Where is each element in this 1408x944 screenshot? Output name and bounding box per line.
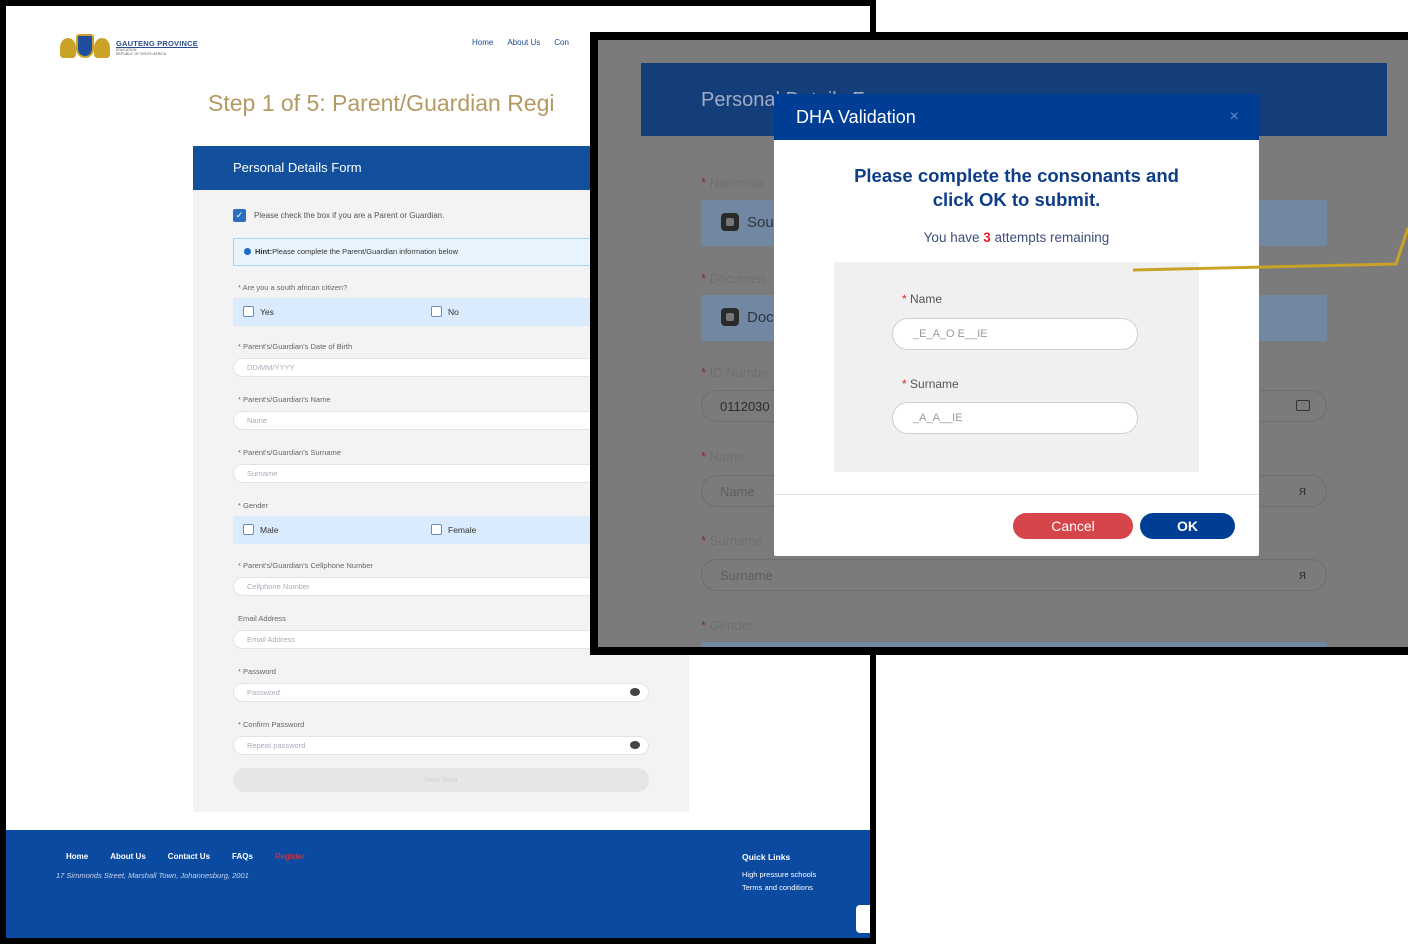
footer: Home About Us Contact Us FAQs Register 1… <box>6 830 870 938</box>
quick-links-title: Quick Links <box>742 852 791 862</box>
confirm-password-label: * Confirm Password <box>238 720 305 729</box>
quick-links: Quick Links High pressure schools Terms … <box>742 852 816 896</box>
zoom-id-label: * ID Numbe <box>701 365 769 380</box>
info-icon <box>244 248 251 255</box>
email-label: Email Address <box>238 614 286 623</box>
hint-text: Please complete the Parent/Guardian info… <box>272 247 459 256</box>
zoom-nationality-label: * Nationalit <box>701 175 764 190</box>
radio-icon[interactable] <box>721 308 739 326</box>
next-step-button[interactable]: Next Step <box>233 768 649 792</box>
quick-link-terms[interactable]: Terms and conditions <box>742 883 816 892</box>
modal-surname-input[interactable]: _A_A__IE <box>892 402 1138 434</box>
consonant-panel: * Name _E_A_O E__IE * Surname _A_A__IE <box>834 262 1199 472</box>
citizen-no[interactable]: No <box>431 306 459 317</box>
confirm-password-input[interactable]: Repeat password <box>233 736 649 755</box>
footer-contact[interactable]: Contact Us <box>168 852 210 861</box>
modal-surname-label: * Surname <box>902 377 959 391</box>
nav-home[interactable]: Home <box>472 38 493 47</box>
footer-address: 17 Simmonds Street, Marshall Town, Johan… <box>56 871 249 880</box>
nav-contact[interactable]: Con <box>554 38 569 47</box>
password-label: * Password <box>238 667 276 676</box>
citizen-yes[interactable]: Yes <box>243 306 274 317</box>
gender-female[interactable]: Female <box>431 524 476 535</box>
modal-name-label: * Name <box>902 292 943 306</box>
zoom-surname-label: * Surname <box>701 533 763 548</box>
logo-title: GAUTENG PROVINCE <box>116 38 198 48</box>
ok-button[interactable]: OK <box>1140 513 1235 539</box>
citizen-label: * Are you a south african citizen? <box>238 283 348 292</box>
footer-about[interactable]: About Us <box>110 852 146 861</box>
zoomed-modal-screenshot: Personal Details F * Nationalit Sout * D… <box>590 32 1408 655</box>
password-input[interactable]: Password <box>233 683 649 702</box>
zoom-gender-option[interactable] <box>701 642 1327 647</box>
zoom-surname-input[interactable]: Surname ᴙ <box>701 559 1327 591</box>
cancel-button[interactable]: Cancel <box>1013 513 1133 539</box>
modal-divider <box>774 494 1259 495</box>
modal-heading: Please complete the consonants and click… <box>854 165 1179 210</box>
dha-validation-modal: DHA Validation × Please complete the con… <box>774 94 1259 556</box>
user-icon: ᴙ <box>1298 567 1306 582</box>
id-card-icon <box>1296 400 1310 411</box>
cell-label: * Parent's/Guardian's Cellphone Number <box>238 561 374 570</box>
side-tab[interactable] <box>856 905 870 933</box>
nav-about[interactable]: About Us <box>507 38 540 47</box>
name-label: * Parent's/Guardian's Name <box>238 395 331 404</box>
step-title: Step 1 of 5: Parent/Guardian Regi <box>208 90 555 116</box>
email-input[interactable]: Email Address <box>233 630 649 649</box>
zoom-document-label: * Documen <box>701 271 766 286</box>
user-icon: ᴙ <box>1298 483 1306 498</box>
logo-sub-2: REPUBLIC OF SOUTH AFRICA <box>116 51 167 56</box>
gender-label: * Gender <box>238 501 269 510</box>
nav-links: Home About Us Con <box>472 38 569 47</box>
modal-name-input[interactable]: _E_A_O E__IE <box>892 318 1138 350</box>
zoom-name-label: * Name <box>701 449 745 464</box>
zoom-gender-label: * Gender <box>701 618 754 633</box>
stage: GAUTENG PROVINCE EDUCATION REPUBLIC OF S… <box>0 0 1408 944</box>
cell-input[interactable]: Cellphone Number <box>233 577 649 596</box>
attempts-remaining: You have 3 attempts remaining <box>923 230 1110 245</box>
gender-male[interactable]: Male <box>243 524 278 535</box>
dob-label: * Parent's/Guardian's Date of Birth <box>238 342 353 351</box>
quick-link-schools[interactable]: High pressure schools <box>742 870 816 879</box>
dob-input[interactable]: DD/MM/YYYY <box>233 358 649 377</box>
coat-of-arms-icon <box>58 32 112 62</box>
eye-icon[interactable] <box>630 741 640 749</box>
close-icon[interactable]: × <box>1230 108 1239 126</box>
check-icon[interactable]: ✓ <box>233 209 246 222</box>
footer-faqs[interactable]: FAQs <box>232 852 253 861</box>
surname-input[interactable]: Surname <box>233 464 649 483</box>
modal-title: DHA Validation <box>774 94 1259 140</box>
footer-home[interactable]: Home <box>66 852 88 861</box>
gauteng-logo[interactable]: GAUTENG PROVINCE EDUCATION REPUBLIC OF S… <box>58 32 198 62</box>
surname-label: * Parent's/Guardian's Surname <box>238 448 341 457</box>
parent-checkbox-label: Please check the box if you are a Parent… <box>254 211 445 220</box>
parent-checkbox-row[interactable]: ✓ Please check the box if you are a Pare… <box>233 209 444 222</box>
hint-bold: Hint: <box>255 247 273 256</box>
radio-icon[interactable] <box>721 213 739 231</box>
footer-links: Home About Us Contact Us FAQs Register <box>66 852 305 861</box>
footer-register[interactable]: Register <box>275 852 305 861</box>
eye-icon[interactable] <box>630 688 640 696</box>
name-input[interactable]: Name <box>233 411 649 430</box>
